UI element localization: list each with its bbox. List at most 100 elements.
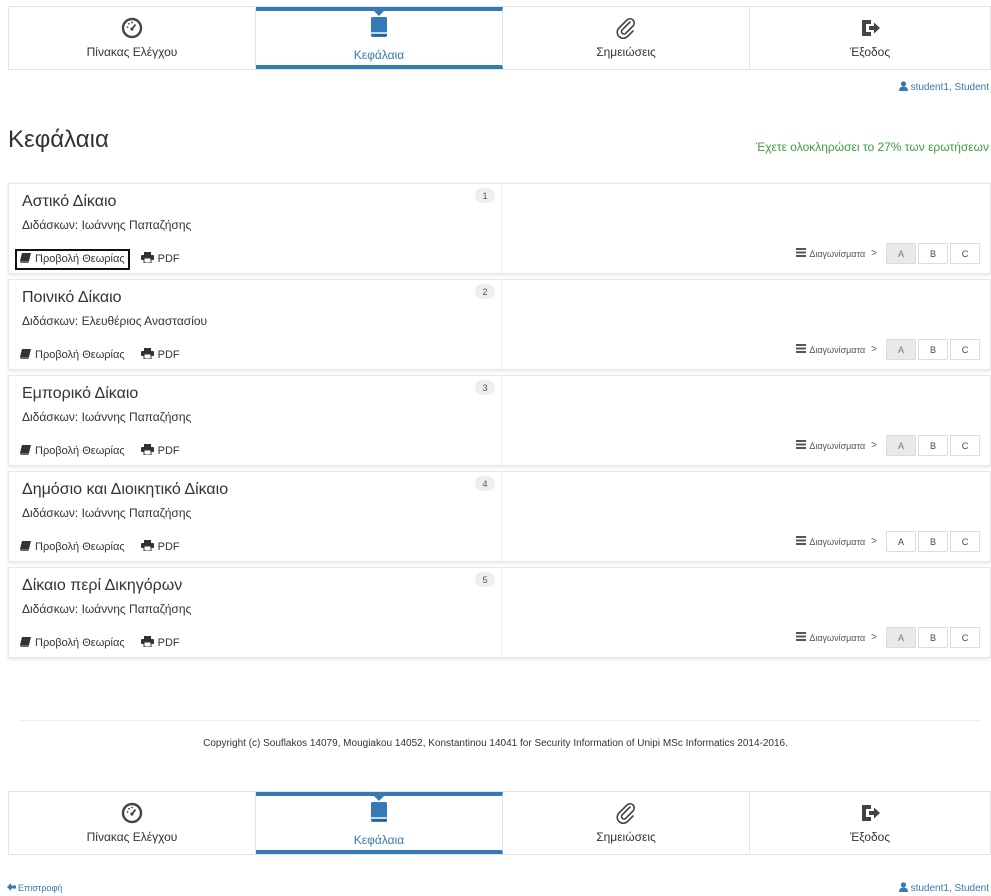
list-icon xyxy=(796,344,807,355)
nav-dashboard[interactable]: Πίνακας Ελέγχου xyxy=(9,7,256,69)
bottom-navigation: Πίνακας Ελέγχου Κεφάλαια Σημειώσεις Έξοδ… xyxy=(8,791,991,855)
tests-link[interactable]: Διαγωνίσματα xyxy=(796,440,865,451)
print-icon xyxy=(140,348,154,362)
user-icon xyxy=(898,882,908,895)
chapter-card: Εμπορικό Δίκαιο Διδάσκων: Ιωάννης Παπαζήσ… xyxy=(8,375,991,466)
test-c-button[interactable]: C xyxy=(950,339,980,360)
tests-link[interactable]: Διαγωνίσματα xyxy=(796,536,865,547)
list-icon xyxy=(796,440,807,451)
nav-notes-label: Σημειώσεις xyxy=(596,830,656,844)
view-theory-label: Προβολή Θεωρίας xyxy=(35,541,125,553)
test-c-button[interactable]: C xyxy=(950,531,980,552)
sign-out-icon xyxy=(859,802,881,824)
test-c-button[interactable]: C xyxy=(950,435,980,456)
view-theory-link[interactable]: Προβολή Θεωρίας xyxy=(17,539,128,556)
chapter-info: Δίκαιο περί Δικηγόρων Διδάσκων: Ιωάννης Π… xyxy=(9,568,502,657)
list-icon xyxy=(796,248,807,259)
nav-chapters-label: Κεφάλαια xyxy=(353,48,405,62)
tests-label: Διαγωνίσματα xyxy=(809,536,866,547)
user-name: student1, Student xyxy=(910,82,989,93)
book-icon xyxy=(20,540,31,554)
pdf-label: PDF xyxy=(157,253,180,265)
test-b-button[interactable]: B xyxy=(918,531,948,552)
pdf-label: PDF xyxy=(157,541,180,553)
test-b-button[interactable]: B xyxy=(918,435,948,456)
chevron-right-icon: > xyxy=(871,536,877,547)
nav-notes-label: Σημειώσεις xyxy=(596,45,656,59)
chapter-info: Ποινικό Δίκαιο Διδάσκων: Ελευθέριος Αναστ… xyxy=(9,280,502,369)
view-theory-label: Προβολή Θεωρίας xyxy=(35,445,125,457)
print-icon xyxy=(140,444,154,458)
test-c-button[interactable]: C xyxy=(950,627,980,648)
nav-dashboard[interactable]: Πίνακας Ελέγχου xyxy=(9,792,256,854)
nav-logout[interactable]: Έξοδος xyxy=(750,792,990,854)
progress-text: Έχετε ολοκληρώσει το 27% των ερωτήσεων xyxy=(755,140,989,154)
chapter-info: Αστικό Δίκαιο Διδάσκων: Ιωάννης Παπαζήσης… xyxy=(9,184,502,273)
list-icon xyxy=(796,632,807,643)
tests-controls: Διαγωνίσματα > A B C xyxy=(796,339,980,360)
tests-link[interactable]: Διαγωνίσματα xyxy=(796,248,865,259)
test-b-button[interactable]: B xyxy=(918,339,948,360)
pdf-label: PDF xyxy=(157,445,180,457)
chapter-card: Αστικό Δίκαιο Διδάσκων: Ιωάννης Παπαζήσης… xyxy=(8,183,991,274)
chevron-right-icon: > xyxy=(871,248,877,259)
chevron-right-icon: > xyxy=(871,632,877,643)
chapter-number-badge: 1 xyxy=(475,188,495,203)
pdf-link[interactable]: PDF xyxy=(138,250,183,268)
view-theory-link[interactable]: Προβολή Θεωρίας xyxy=(17,635,128,652)
tests-link[interactable]: Διαγωνίσματα xyxy=(796,632,865,643)
nav-logout-label: Έξοδος xyxy=(849,830,891,844)
tests-link[interactable]: Διαγωνίσματα xyxy=(796,344,865,355)
chapter-list: Αστικό Δίκαιο Διδάσκων: Ιωάννης Παπαζήσης… xyxy=(8,183,991,663)
chapter-actions: Προβολή Θεωρίας PDF xyxy=(17,634,183,652)
nav-chapters-label: Κεφάλαια xyxy=(353,833,405,847)
print-icon xyxy=(140,636,154,650)
user-info[interactable]: student1, Student xyxy=(898,882,989,895)
chapter-number-badge: 3 xyxy=(475,380,495,395)
chapter-actions: Προβολή Θεωρίας PDF xyxy=(17,346,183,364)
print-icon xyxy=(140,252,154,266)
back-link[interactable]: Επιστροφή xyxy=(7,883,62,893)
paperclip-icon xyxy=(615,17,637,39)
page-title: Κεφάλαια xyxy=(8,126,109,153)
dashboard-icon xyxy=(121,802,143,824)
book-icon xyxy=(20,636,31,650)
paperclip-icon xyxy=(615,802,637,824)
view-theory-label: Προβολή Θεωρίας xyxy=(35,637,125,649)
nav-notes[interactable]: Σημειώσεις xyxy=(503,7,750,69)
tests-controls: Διαγωνίσματα > A B C xyxy=(796,243,980,264)
view-theory-link[interactable]: Προβολή Θεωρίας xyxy=(17,347,128,364)
tests-controls: Διαγωνίσματα > A B C xyxy=(796,531,980,552)
test-a-button[interactable]: A xyxy=(886,435,916,456)
test-c-button[interactable]: C xyxy=(950,243,980,264)
chapter-card: Δίκαιο περί Δικηγόρων Διδάσκων: Ιωάννης Π… xyxy=(8,567,991,658)
chapter-title: Ποινικό Δίκαιο xyxy=(22,289,122,306)
view-theory-link[interactable]: Προβολή Θεωρίας xyxy=(15,248,130,270)
arrow-left-icon xyxy=(7,883,16,893)
chevron-right-icon: > xyxy=(871,344,877,355)
nav-notes[interactable]: Σημειώσεις xyxy=(503,792,750,854)
chapter-info: Δημόσιο και Διοικητικό Δίκαιο Διδάσκων: Ι… xyxy=(9,472,502,561)
test-b-button[interactable]: B xyxy=(918,243,948,264)
user-name: student1, Student xyxy=(910,883,989,894)
pdf-label: PDF xyxy=(157,637,180,649)
test-b-button[interactable]: B xyxy=(918,627,948,648)
pdf-label: PDF xyxy=(157,349,180,361)
pdf-link[interactable]: PDF xyxy=(138,442,183,460)
test-a-button[interactable]: A xyxy=(886,243,916,264)
test-a-button[interactable]: A xyxy=(886,627,916,648)
view-theory-link[interactable]: Προβολή Θεωρίας xyxy=(17,443,128,460)
user-info[interactable]: student1, Student xyxy=(898,81,989,94)
chapter-title: Δίκαιο περί Δικηγόρων xyxy=(22,577,183,594)
test-a-button[interactable]: A xyxy=(886,339,916,360)
test-a-button[interactable]: A xyxy=(886,531,916,552)
print-icon xyxy=(140,540,154,554)
nav-chapters[interactable]: Κεφάλαια xyxy=(256,792,503,854)
nav-chapters[interactable]: Κεφάλαια xyxy=(256,7,503,69)
pdf-link[interactable]: PDF xyxy=(138,538,183,556)
pdf-link[interactable]: PDF xyxy=(138,634,183,652)
nav-logout[interactable]: Έξοδος xyxy=(750,7,990,69)
chapter-instructor: Διδάσκων: Ιωάννης Παπαζήσης xyxy=(22,602,192,616)
pdf-link[interactable]: PDF xyxy=(138,346,183,364)
list-icon xyxy=(796,536,807,547)
